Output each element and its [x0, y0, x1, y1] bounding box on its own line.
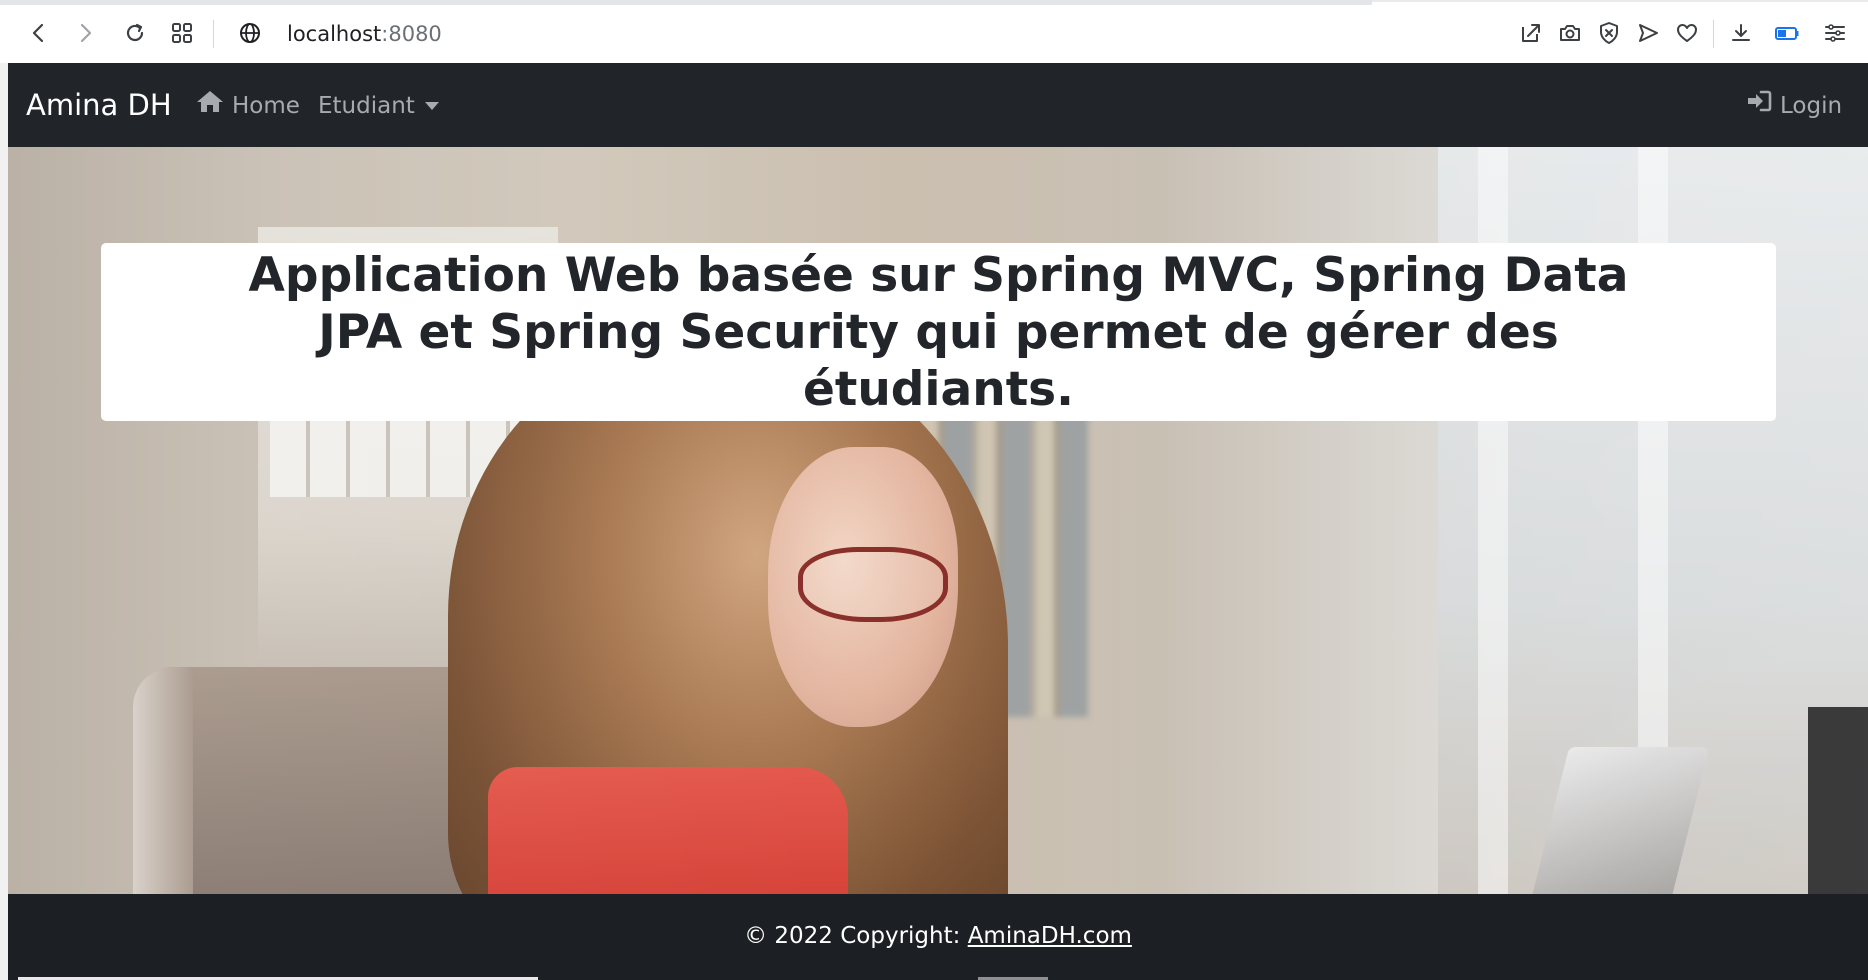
footer-copyright: © 2022 Copyright: AminaDH.com	[8, 920, 1868, 952]
download-icon[interactable]	[1722, 14, 1760, 52]
shield-x-icon[interactable]	[1590, 14, 1628, 52]
url-host: localhost	[287, 22, 382, 46]
heart-icon[interactable]	[1668, 14, 1706, 52]
back-icon[interactable]	[20, 14, 58, 52]
apps-grid-icon[interactable]	[163, 14, 201, 52]
home-icon	[196, 89, 224, 123]
tab-strip	[0, 0, 1372, 5]
window-left-edge	[0, 63, 8, 980]
copyright-link[interactable]: AminaDH.com	[968, 923, 1132, 949]
hero-title-card: Application Web basée sur Spring MVC, Sp…	[101, 243, 1776, 421]
camera-icon[interactable]	[1551, 14, 1589, 52]
battery-icon[interactable]	[1768, 14, 1806, 52]
login-icon	[1746, 89, 1772, 123]
nav-login-link[interactable]: Login	[1746, 89, 1842, 123]
web-page: Amina DH Home Etudiant Login Application…	[8, 63, 1868, 980]
toolbar-separator-right	[1713, 20, 1714, 48]
nav-etudiant-dropdown[interactable]: Etudiant	[318, 89, 439, 123]
send-icon[interactable]	[1629, 14, 1667, 52]
toolbar-separator	[213, 20, 214, 48]
nav-etudiant-label: Etudiant	[318, 93, 415, 119]
chevron-down-icon	[424, 102, 439, 110]
share-edit-icon[interactable]	[1512, 14, 1550, 52]
menu-icon[interactable]	[1816, 14, 1854, 52]
nav-login-label: Login	[1780, 93, 1843, 119]
browser-toolbar: localhost:8080	[0, 0, 1868, 63]
footer: © 2022 Copyright: AminaDH.com	[8, 894, 1868, 980]
copyright-text: © 2022 Copyright:	[744, 923, 968, 949]
address-bar[interactable]: localhost:8080	[287, 19, 442, 49]
navbar-brand[interactable]: Amina DH	[26, 85, 172, 125]
reload-icon[interactable]	[116, 14, 154, 52]
navbar: Amina DH Home Etudiant Login	[8, 63, 1868, 147]
hero-section: Application Web basée sur Spring MVC, Sp…	[8, 147, 1868, 894]
nav-home-link[interactable]: Home	[196, 89, 300, 123]
hero-title: Application Web basée sur Spring MVC, Sp…	[248, 247, 1629, 417]
tab-strip-right	[1372, 0, 1868, 2]
nav-home-label: Home	[232, 93, 300, 119]
url-port: :8080	[381, 22, 442, 46]
globe-icon[interactable]	[231, 14, 269, 52]
forward-icon[interactable]	[66, 14, 104, 52]
